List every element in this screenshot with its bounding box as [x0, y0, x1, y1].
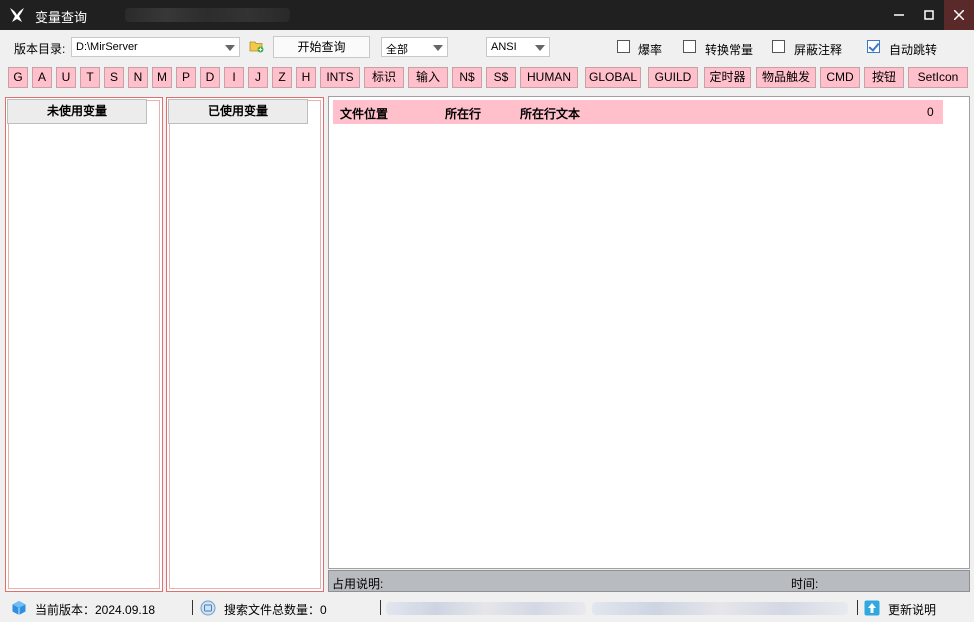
checkbox-convert-constant-label: 转换常量	[705, 43, 754, 57]
checkbox-drop-rate-label: 爆率	[638, 43, 663, 57]
used-variables-panel[interactable]: 已使用变量	[166, 97, 324, 592]
unused-variables-panel[interactable]: 未使用变量	[5, 97, 163, 592]
status-bar: 当前版本：2024.09.18 搜索文件总数量：0 更新说明	[0, 596, 974, 622]
current-version: 当前版本：2024.09.18	[35, 603, 156, 617]
update-notes-link[interactable]: 更新说明	[888, 601, 936, 618]
var-button-guild[interactable]: GUILD	[648, 67, 698, 88]
var-button-t[interactable]: T	[80, 67, 100, 88]
var-button-i[interactable]: I	[224, 67, 244, 88]
minimize-icon	[894, 14, 904, 16]
blurred-status-text	[386, 602, 586, 615]
var-button-item-trigger[interactable]: 物品触发	[756, 67, 816, 88]
checkbox-auto-jump-label: 自动跳转	[889, 43, 938, 57]
encoding-value: ANSI	[491, 41, 517, 53]
var-button-human[interactable]: HUMAN	[520, 67, 578, 88]
col-line-text[interactable]: 所在行文本	[520, 105, 580, 122]
checkbox-hide-comments-label: 屏蔽注释	[794, 43, 843, 57]
var-button-ints[interactable]: INTS	[320, 67, 360, 88]
checkbox-drop-rate[interactable]	[617, 40, 630, 53]
var-button-n-dollar[interactable]: N$	[452, 67, 482, 88]
var-button-timer[interactable]: 定时器	[704, 67, 751, 88]
var-button-cmd[interactable]: CMD	[820, 67, 860, 88]
var-button-a[interactable]: A	[32, 67, 52, 88]
col-line-number[interactable]: 所在行	[445, 105, 481, 122]
chevron-down-icon	[225, 45, 235, 51]
col-file-location[interactable]: 文件位置	[340, 105, 388, 122]
var-button-n[interactable]: N	[128, 67, 148, 88]
var-button-p[interactable]: P	[176, 67, 196, 88]
dir-value: D:\MirServer	[76, 41, 138, 53]
app-logo-icon	[10, 8, 24, 22]
chevron-down-icon	[433, 45, 443, 51]
chevron-down-icon	[535, 45, 545, 51]
results-header-row[interactable]: 文件位置 所在行 所在行文本 0	[333, 100, 943, 124]
var-button-input[interactable]: 输入	[408, 67, 448, 88]
panel-inner-border	[169, 100, 321, 589]
var-button-button[interactable]: 按钮	[864, 67, 904, 88]
search-file-count: 搜索文件总数量：0	[224, 603, 327, 617]
blurred-status-text	[592, 602, 848, 615]
dir-label: 版本目录:	[14, 42, 66, 56]
status-separator	[380, 600, 381, 615]
status-separator	[192, 600, 193, 615]
status-separator	[857, 600, 858, 615]
results-list[interactable]: 文件位置 所在行 所在行文本 0	[328, 96, 970, 569]
time-label: 时间:	[791, 577, 819, 591]
scope-value: 全部	[386, 44, 408, 56]
close-button[interactable]	[944, 0, 974, 30]
var-button-u[interactable]: U	[56, 67, 76, 88]
var-button-m[interactable]: M	[152, 67, 172, 88]
var-button-j[interactable]: J	[248, 67, 268, 88]
version-cube-icon	[12, 601, 26, 615]
dir-combo[interactable]: D:\MirServer	[71, 37, 240, 57]
usage-label: 占用说明:	[332, 577, 384, 591]
maximize-button[interactable]	[914, 0, 944, 30]
start-query-button[interactable]: 开始查询	[273, 36, 370, 58]
panel-inner-border	[8, 100, 160, 589]
var-button-flag[interactable]: 标识	[364, 67, 404, 88]
close-icon	[954, 10, 964, 20]
encoding-select[interactable]: ANSI	[486, 37, 550, 57]
search-files-icon	[200, 600, 216, 616]
checkbox-auto-jump[interactable]	[867, 40, 880, 53]
var-button-d[interactable]: D	[200, 67, 220, 88]
maximize-icon	[924, 10, 934, 20]
var-button-z[interactable]: Z	[272, 67, 292, 88]
scope-select[interactable]: 全部	[381, 37, 448, 57]
unused-variables-header[interactable]: 未使用变量	[7, 99, 147, 124]
minimize-button[interactable]	[884, 0, 914, 30]
info-bar: 占用说明: 时间:	[328, 570, 970, 592]
title-blurred-text	[125, 8, 290, 22]
var-button-h[interactable]: H	[296, 67, 316, 88]
var-button-s[interactable]: S	[104, 67, 124, 88]
results-count: 0	[927, 105, 934, 119]
var-button-g[interactable]: G	[8, 67, 28, 88]
var-button-global[interactable]: GLOBAL	[585, 67, 641, 88]
var-button-seticon[interactable]: SetIcon	[908, 67, 968, 88]
var-button-s-dollar[interactable]: S$	[486, 67, 516, 88]
checkbox-hide-comments[interactable]	[772, 40, 785, 53]
window-title: 变量查询	[35, 10, 88, 25]
checkbox-convert-constant[interactable]	[683, 40, 696, 53]
used-variables-header[interactable]: 已使用变量	[168, 99, 308, 124]
folder-add-icon[interactable]	[249, 39, 264, 53]
update-icon[interactable]	[864, 600, 880, 616]
title-bar: 变量查询	[0, 0, 974, 30]
